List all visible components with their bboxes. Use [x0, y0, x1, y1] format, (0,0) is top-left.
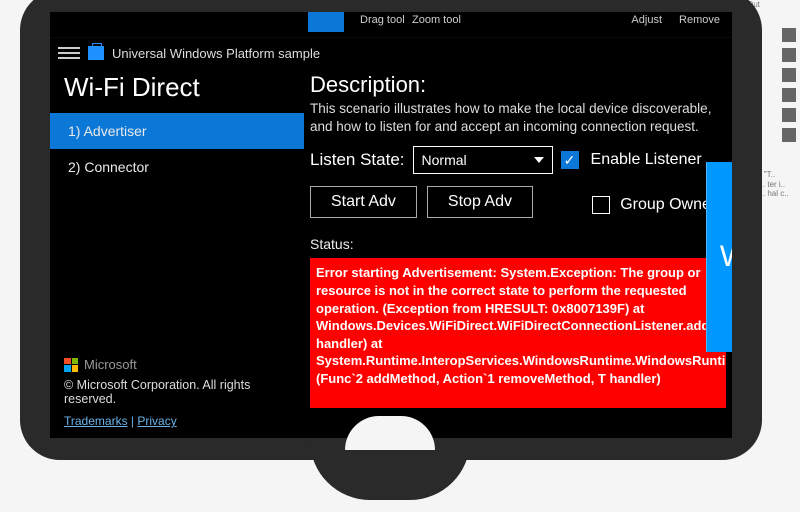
- browser-side-icons: [782, 28, 798, 142]
- adjust-button[interactable]: Adjust: [631, 14, 662, 26]
- description-text: This scenario illustrates how to make th…: [310, 100, 726, 136]
- active-tool-indicator: [308, 12, 344, 32]
- enable-listener-checkbox[interactable]: ✓: [561, 151, 579, 169]
- start-adv-button[interactable]: Start Adv: [310, 186, 417, 218]
- hamburger-icon[interactable]: [58, 42, 80, 64]
- stop-adv-button[interactable]: Stop Adv: [427, 186, 533, 218]
- page-title: Wi-Fi Direct: [50, 68, 304, 113]
- enable-listener-label: Enable Listener: [591, 151, 702, 169]
- sidebar-item-advertiser[interactable]: 1) Advertiser: [50, 113, 304, 149]
- listen-state-value: Normal: [422, 152, 467, 168]
- microsoft-logo: Microsoft: [50, 357, 304, 374]
- sidebar: Wi-Fi Direct 1) Advertiser 2) Connector …: [50, 68, 304, 438]
- main-content: Description: This scenario illustrates h…: [304, 68, 732, 438]
- status-label: Status:: [310, 236, 726, 252]
- microsoft-logo-icon: [64, 358, 78, 372]
- side-charm-letter: W: [720, 240, 732, 274]
- tool-label-1[interactable]: Drag tool: [360, 14, 405, 26]
- emulator-bezel: Drag tool Zoom tool Adjust Remove Univer…: [20, 0, 762, 460]
- chevron-down-icon: [534, 157, 544, 163]
- trademarks-link[interactable]: Trademarks: [64, 414, 128, 428]
- description-heading: Description:: [310, 72, 726, 98]
- tool-label-2[interactable]: Zoom tool: [412, 14, 461, 26]
- footer-links: Trademarks | Privacy: [50, 410, 304, 438]
- listen-state-label: Listen State:: [310, 150, 405, 170]
- emulator-stand: [310, 440, 470, 500]
- listen-state-select[interactable]: Normal: [413, 146, 553, 174]
- side-charm-panel[interactable]: W: [706, 162, 732, 352]
- privacy-link[interactable]: Privacy: [137, 414, 176, 428]
- app-title: Universal Windows Platform sample: [112, 46, 320, 61]
- store-icon: [88, 46, 104, 60]
- microsoft-logo-text: Microsoft: [84, 357, 137, 372]
- status-error-text: Error starting Advertisement: System.Exc…: [310, 258, 726, 408]
- sidebar-item-connector[interactable]: 2) Connector: [50, 149, 304, 185]
- remove-button[interactable]: Remove: [679, 14, 720, 26]
- group-owner-checkbox[interactable]: [592, 196, 610, 214]
- app-titlebar: Universal Windows Platform sample: [50, 38, 732, 68]
- emulator-toolbar: Drag tool Zoom tool Adjust Remove: [50, 12, 732, 38]
- emulator-screen: Drag tool Zoom tool Adjust Remove Univer…: [50, 12, 732, 438]
- copyright-text: © Microsoft Corporation. All rights rese…: [50, 374, 304, 410]
